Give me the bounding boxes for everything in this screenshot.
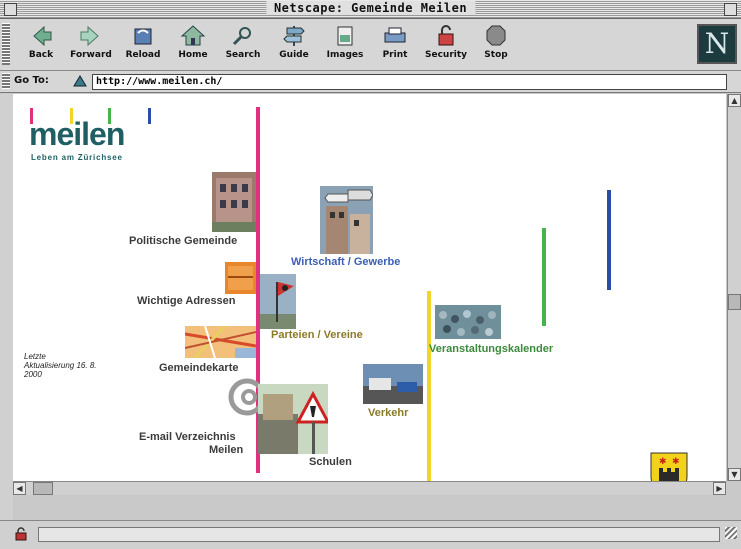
- resize-grip-icon[interactable]: [725, 527, 737, 539]
- zoom-box-icon[interactable]: [724, 3, 737, 16]
- goto-label: Go To:: [14, 75, 49, 86]
- print-label: Print: [382, 50, 408, 60]
- images-label: Images: [326, 50, 364, 60]
- close-box-icon[interactable]: [4, 3, 17, 16]
- link-schulen[interactable]: Schulen: [309, 456, 352, 468]
- back-button[interactable]: Back: [16, 23, 66, 60]
- logo-bar-blue: [148, 108, 151, 124]
- print-button[interactable]: Print: [370, 23, 420, 60]
- event-crowd-photo[interactable]: [435, 305, 501, 339]
- update-line-2: Aktualisierung 16. 8.: [24, 361, 97, 370]
- reload-label: Reload: [125, 50, 161, 60]
- location-bar: Go To: http://www.meilen.ch/: [0, 71, 741, 93]
- netscape-throbber-logo[interactable]: N: [697, 24, 737, 64]
- traffic-photo[interactable]: [363, 364, 423, 404]
- address-book-photo[interactable]: [225, 262, 256, 294]
- update-line-3: 2000: [24, 370, 42, 379]
- link-verkehr[interactable]: Verkehr: [368, 407, 408, 419]
- images-button[interactable]: Images: [320, 23, 370, 60]
- logo-tagline: Leben am Zürichsee: [31, 153, 123, 162]
- stop-button[interactable]: Stop: [471, 23, 521, 60]
- link-parteien-vereine[interactable]: Parteien / Vereine: [271, 329, 363, 341]
- search-label: Search: [225, 50, 261, 60]
- guide-icon: [283, 26, 305, 46]
- forward-arrow-icon: [80, 25, 99, 47]
- security-status-lock-icon[interactable]: [14, 527, 28, 541]
- home-icon: [180, 25, 206, 46]
- security-label: Security: [424, 50, 468, 60]
- url-input[interactable]: http://www.meilen.ch/: [92, 74, 727, 90]
- stop-label: Stop: [484, 50, 508, 60]
- images-icon: [337, 26, 353, 46]
- scroll-down-arrow-icon[interactable]: ▼: [728, 468, 741, 481]
- print-icon: [384, 27, 406, 43]
- forward-label: Forward: [70, 50, 112, 60]
- horizontal-scrollbar[interactable]: ◀ ▶: [13, 481, 726, 495]
- last-update-note: Letzte Aktualisierung 16. 8. 2000: [24, 352, 97, 379]
- forward-button[interactable]: Forward: [66, 23, 116, 60]
- svg-text:✱: ✱: [659, 457, 667, 467]
- search-button[interactable]: Search: [218, 23, 268, 60]
- business-building-photo[interactable]: [320, 186, 373, 254]
- back-label: Back: [28, 50, 54, 60]
- party-flag-photo[interactable]: [260, 274, 296, 329]
- scroll-right-arrow-icon[interactable]: ▶: [713, 482, 726, 495]
- security-lock-icon: [438, 25, 454, 46]
- scroll-up-arrow-icon[interactable]: ▲: [728, 94, 741, 107]
- title-bar[interactable]: Netscape: Gemeinde Meilen: [0, 0, 741, 19]
- home-label: Home: [178, 50, 208, 60]
- reload-button[interactable]: Reload: [118, 23, 168, 60]
- search-icon: [232, 27, 251, 46]
- update-line-1: Letzte: [24, 352, 46, 361]
- back-arrow-icon: [33, 25, 52, 47]
- home-button[interactable]: Home: [168, 23, 218, 60]
- town-hall-photo[interactable]: [212, 172, 256, 232]
- meilen-coat-of-arms-icon[interactable]: ✱ ✱: [650, 452, 688, 481]
- guide-label: Guide: [279, 50, 309, 60]
- window-title: Netscape: Gemeinde Meilen: [265, 1, 476, 15]
- link-wichtige-adressen[interactable]: Wichtige Adressen: [137, 295, 236, 307]
- vertical-scrollbar[interactable]: ▲ ▼: [727, 94, 741, 481]
- toolbar-collapse-tab[interactable]: [2, 23, 10, 65]
- status-message-field: [38, 527, 720, 542]
- scroll-left-arrow-icon[interactable]: ◀: [13, 482, 26, 495]
- link-wirtschaft-gewerbe[interactable]: Wirtschaft / Gewerbe: [291, 256, 400, 268]
- location-collapse-tab[interactable]: [2, 73, 10, 89]
- link-gemeindekarte[interactable]: Gemeindekarte: [159, 362, 238, 374]
- town-map-image[interactable]: [185, 326, 256, 358]
- svg-text:✱: ✱: [672, 457, 680, 467]
- link-veranstaltungskalender[interactable]: Veranstaltungskalender: [429, 343, 553, 355]
- link-politische-gemeinde[interactable]: Politische Gemeinde: [129, 235, 237, 247]
- green-line: [542, 228, 546, 326]
- left-frame-gutter: [0, 94, 13, 520]
- reload-icon: [134, 28, 152, 45]
- blue-line: [607, 190, 611, 290]
- security-button[interactable]: Security: [421, 23, 471, 60]
- stop-icon: [486, 25, 506, 46]
- vertical-scroll-thumb[interactable]: [728, 294, 741, 310]
- yellow-line: [427, 291, 431, 481]
- navigation-toolbar: Back Forward Reload Home Search Guide Im…: [0, 19, 741, 71]
- page-proxy-icon[interactable]: [72, 74, 88, 88]
- meilen-logo[interactable]: meilen: [29, 116, 125, 153]
- link-email-verzeichnis[interactable]: E-mail Verzeichnis: [139, 431, 236, 443]
- school-sign-photo[interactable]: [258, 384, 328, 454]
- horizontal-scroll-thumb[interactable]: [33, 482, 53, 495]
- page-content: meilen Leben am Zürichsee ✱ ✱ Politische…: [13, 94, 726, 481]
- link-email-verzeichnis-meilen[interactable]: Meilen: [209, 444, 243, 456]
- guide-button[interactable]: Guide: [269, 23, 319, 60]
- status-bar: [0, 520, 741, 549]
